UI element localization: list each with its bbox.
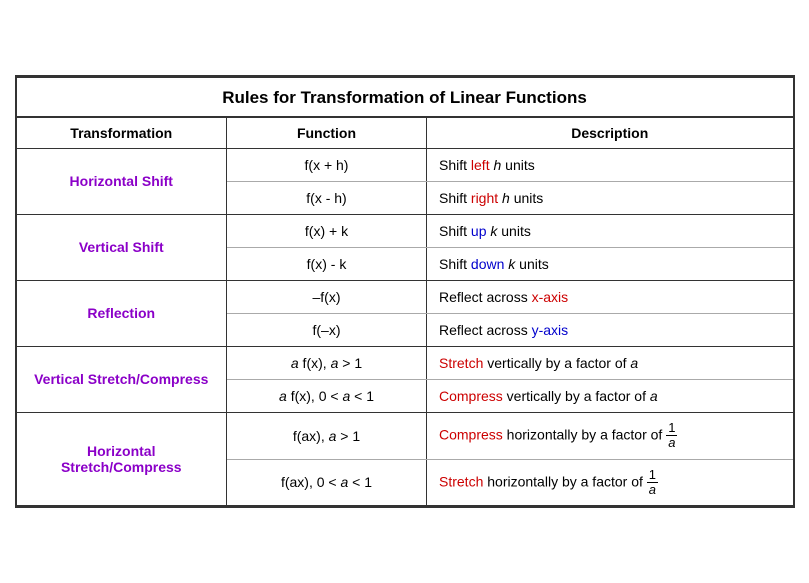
table-row: Vertical Stretch/Compress a f(x), a > 1 … [17,346,793,379]
transform-label-reflection: Reflection [17,280,227,346]
table-row: Horizontal Stretch/Compress f(ax), a > 1… [17,412,793,459]
header-row: Transformation Function Description [17,117,793,149]
unit-text: k [508,256,515,272]
function-cell: f(x - h) [227,181,427,214]
keyword-yaxis: y-axis [532,322,569,338]
table-row: Horizontal Shift f(x + h) Shift left h u… [17,148,793,181]
description-cell: Reflect across y-axis [427,313,793,346]
keyword-right: right [471,190,498,206]
description-cell: Reflect across x-axis [427,280,793,313]
transform-label-vertical-stretch: Vertical Stretch/Compress [17,346,227,412]
variable-a: a [650,388,658,404]
keyword-up: up [471,223,487,239]
fraction-1-a: 1 a [666,421,677,451]
keyword-stretch: Stretch [439,473,483,489]
keyword-xaxis: x-axis [532,289,569,305]
description-cell: Shift left h units [427,148,793,181]
keyword-stretch: Stretch [439,355,483,371]
function-cell: f(x) - k [227,247,427,280]
transform-label-vertical-shift: Vertical Shift [17,214,227,280]
transformation-table: Rules for Transformation of Linear Funct… [15,75,795,508]
fraction-numerator: 1 [666,421,677,436]
keyword-compress: Compress [439,426,503,442]
unit-text: h [502,190,510,206]
col-header-function: Function [227,117,427,149]
description-cell: Stretch vertically by a factor of a [427,346,793,379]
function-cell: f(x) + k [227,214,427,247]
fraction-denominator: a [666,436,677,450]
description-cell: Compress vertically by a factor of a [427,379,793,412]
keyword-down: down [471,256,504,272]
description-cell: Stretch horizontally by a factor of 1 a [427,459,793,506]
unit-text: h [493,157,501,173]
table-title: Rules for Transformation of Linear Funct… [17,77,793,117]
transform-label-horizontal-shift: Horizontal Shift [17,148,227,214]
function-cell: a f(x), 0 < a < 1 [227,379,427,412]
table-row: Reflection –f(x) Reflect across x-axis [17,280,793,313]
col-header-description: Description [427,117,793,149]
title-row: Rules for Transformation of Linear Funct… [17,77,793,117]
fraction-denominator: a [647,483,658,497]
keyword-compress: Compress [439,388,503,404]
function-cell: f(–x) [227,313,427,346]
variable-a: a [630,355,638,371]
fraction-1-a: 1 a [647,468,658,498]
transform-label-horizontal-stretch: Horizontal Stretch/Compress [17,412,227,505]
function-cell: a f(x), a > 1 [227,346,427,379]
function-cell: f(ax), a > 1 [227,412,427,459]
table-row: Vertical Shift f(x) + k Shift up k units [17,214,793,247]
function-cell: f(x + h) [227,148,427,181]
function-cell: f(ax), 0 < a < 1 [227,459,427,506]
col-header-transformation: Transformation [17,117,227,149]
unit-text: k [490,223,497,239]
function-cell: –f(x) [227,280,427,313]
description-cell: Compress horizontally by a factor of 1 a [427,412,793,459]
description-cell: Shift down k units [427,247,793,280]
keyword-left: left [471,157,490,173]
description-cell: Shift right h units [427,181,793,214]
description-cell: Shift up k units [427,214,793,247]
fraction-numerator: 1 [647,468,658,483]
